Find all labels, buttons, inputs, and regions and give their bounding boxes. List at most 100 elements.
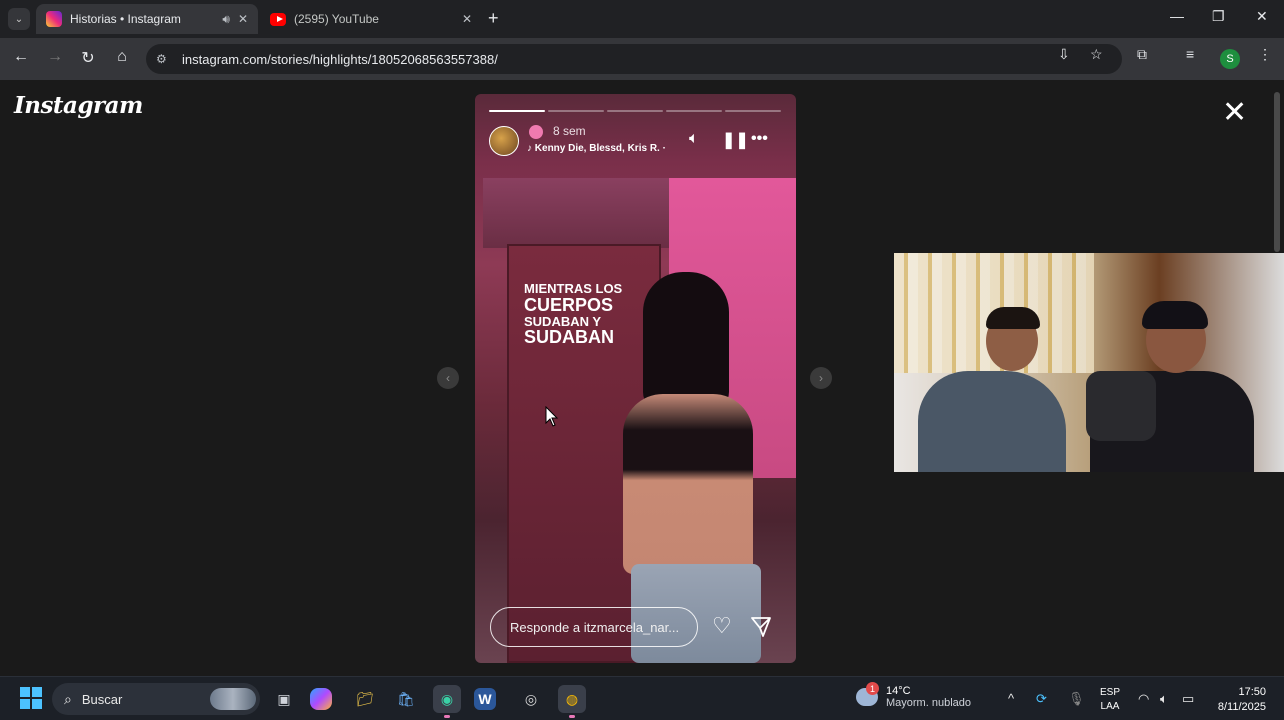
music-artists: Kenny Die, Blessd, Kris R. · <box>534 143 666 154</box>
edge-icon[interactable]: ◉ <box>433 685 461 718</box>
bookmark-star-icon[interactable]: ☆ <box>1090 46 1103 63</box>
story-progress-bar <box>489 110 781 112</box>
story-music-label[interactable]: ♪ Kenny Die, Blessd, Kris R. · <box>527 143 666 154</box>
tab-close-button[interactable]: ✕ <box>238 12 248 26</box>
language-indicator[interactable]: ESP LAA <box>1100 686 1120 713</box>
tab-instagram[interactable]: Historias • Instagram 🔊︎ ✕ <box>36 4 258 34</box>
instagram-favicon-icon <box>46 11 62 27</box>
story-background <box>483 178 669 248</box>
next-story-button[interactable]: › <box>810 367 832 389</box>
obs-icon[interactable]: ◎ <box>517 685 545 713</box>
tab-close-button[interactable]: ✕ <box>462 12 472 26</box>
sync-icon[interactable]: ⟳ <box>1036 691 1047 707</box>
chrome-icon[interactable]: ◍ <box>558 685 586 718</box>
address-bar[interactable]: ⚙ instagram.com/stories/highlights/18052… <box>146 44 1122 74</box>
home-button[interactable]: ⌂ <box>111 48 133 66</box>
lang-line1: ESP <box>1100 687 1121 698</box>
chevron-down-icon: ⌄ <box>14 13 24 25</box>
pause-icon[interactable]: ❚❚ <box>722 130 749 150</box>
progress-segment <box>489 110 545 112</box>
person-left <box>986 307 1040 329</box>
notification-badge: 1 <box>866 682 879 695</box>
browser-toolbar: ← → ↻ ⌂ ⚙ instagram.com/stories/highligh… <box>0 38 1284 80</box>
minimize-button[interactable]: — <box>1170 8 1184 24</box>
weather-widget[interactable]: 1 14°C Mayorm. nublado <box>856 682 971 709</box>
overlay-line: SUDABAN Y <box>524 313 602 329</box>
word-icon[interactable]: W <box>474 688 496 710</box>
story-image <box>643 272 729 412</box>
chevron-left-icon: ‹ <box>446 371 450 385</box>
music-icon: ♪ <box>527 143 535 154</box>
person-right <box>1142 301 1208 329</box>
reload-button[interactable]: ↻ <box>77 48 99 68</box>
overlay-line: MIENTRAS LOS <box>524 281 623 296</box>
progress-segment <box>725 110 781 112</box>
extensions-icon[interactable]: ⧉ <box>1137 46 1147 63</box>
tab-search-button[interactable]: ⌄ <box>8 8 30 30</box>
close-story-button[interactable]: ✕ <box>1222 98 1247 128</box>
file-explorer-icon[interactable]: 📁︎ <box>351 685 379 713</box>
like-heart-icon[interactable]: ♡ <box>712 615 732 637</box>
wifi-icon[interactable]: ◠ <box>1138 691 1149 707</box>
copilot-icon[interactable] <box>310 688 332 710</box>
volume-icon[interactable]: 🔈︎ <box>689 130 699 148</box>
tab-title: (2595) YouTube <box>294 12 379 26</box>
search-icon: ⌕ <box>64 690 72 707</box>
search-label: Buscar <box>81 691 123 707</box>
taskbar-search[interactable]: ⌕ Buscar <box>52 683 260 715</box>
speaker-icon[interactable]: 🔊︎ <box>222 12 230 27</box>
progress-segment <box>666 110 722 112</box>
more-options-icon[interactable]: ••• <box>751 130 768 148</box>
back-button[interactable]: ← <box>10 48 32 66</box>
clock-time: 17:50 <box>1238 686 1266 698</box>
window-close-button[interactable]: ✕ <box>1256 8 1268 25</box>
story-viewer[interactable]: 8 sem ♪ Kenny Die, Blessd, Kris R. · 🔈︎ … <box>475 94 796 663</box>
new-tab-button[interactable]: + <box>488 8 499 29</box>
person-left <box>918 371 1066 472</box>
progress-segment <box>548 110 604 112</box>
mouse-cursor-icon <box>545 406 559 427</box>
task-view-icon[interactable]: ▣ <box>270 685 298 713</box>
microphone <box>1086 371 1156 441</box>
restore-button[interactable]: ❐ <box>1212 8 1225 25</box>
story-image <box>623 394 753 574</box>
progress-segment <box>607 110 663 112</box>
instagram-logo[interactable]: Instagram <box>14 92 143 119</box>
profile-avatar[interactable]: S <box>1220 49 1240 69</box>
install-app-icon[interactable]: ⇩ <box>1058 46 1070 63</box>
webcam-overlay <box>894 253 1284 472</box>
media-controls-icon[interactable]: ≡ <box>1186 46 1194 62</box>
overlay-line: CUERPOS <box>524 294 614 315</box>
search-highlight-image <box>210 688 256 710</box>
weather-temp: 14°C <box>886 685 911 697</box>
lang-line2: LAA <box>1100 700 1120 712</box>
cloud-icon: 1 <box>856 682 879 706</box>
forward-button[interactable]: → <box>44 48 66 66</box>
battery-icon[interactable]: ▭ <box>1182 691 1194 707</box>
browser-tab-strip: ⌄ Historias • Instagram 🔊︎ ✕ (2595) YouT… <box>0 0 1284 38</box>
scrollbar-thumb[interactable] <box>1274 92 1280 252</box>
start-button[interactable] <box>20 687 42 709</box>
clock-date: 8/11/2025 <box>1217 700 1266 713</box>
story-text-overlay: MIENTRAS LOS CUERPOS SUDABAN Y SUDABAN <box>524 282 622 347</box>
microsoft-store-icon[interactable]: 🛍︎ <box>392 685 420 713</box>
youtube-favicon-icon <box>270 12 286 26</box>
story-timestamp: 8 sem <box>553 124 586 138</box>
instagram-page: Instagram ✕ ‹ › 8 sem ♪ Kenny Die, Bless… <box>0 80 1284 676</box>
show-hidden-icons-button[interactable]: ^ <box>1008 691 1014 706</box>
url-text[interactable]: instagram.com/stories/highlights/1805206… <box>182 52 498 67</box>
volume-icon[interactable]: 🔈︎ <box>1160 691 1168 707</box>
menu-kebab-icon[interactable]: ⋮ <box>1258 46 1272 63</box>
reply-input[interactable]: Responde a itzmarcela_nar... <box>490 607 698 647</box>
highlight-icon <box>529 125 543 139</box>
site-info-icon[interactable]: ⚙ <box>156 52 174 66</box>
microphone-icon[interactable]: 🎙︎ <box>1068 691 1085 707</box>
tab-youtube[interactable]: (2595) YouTube ✕ <box>260 4 482 34</box>
clock[interactable]: 17:50 8/11/2025 <box>1206 685 1266 715</box>
send-icon[interactable] <box>749 615 773 639</box>
story-author-avatar[interactable] <box>489 126 519 156</box>
weather-desc: Mayorm. nublado <box>886 697 971 709</box>
page-scrollbar[interactable] <box>1272 82 1282 676</box>
overlay-line: SUDABAN <box>524 327 614 348</box>
previous-story-button[interactable]: ‹ <box>437 367 459 389</box>
